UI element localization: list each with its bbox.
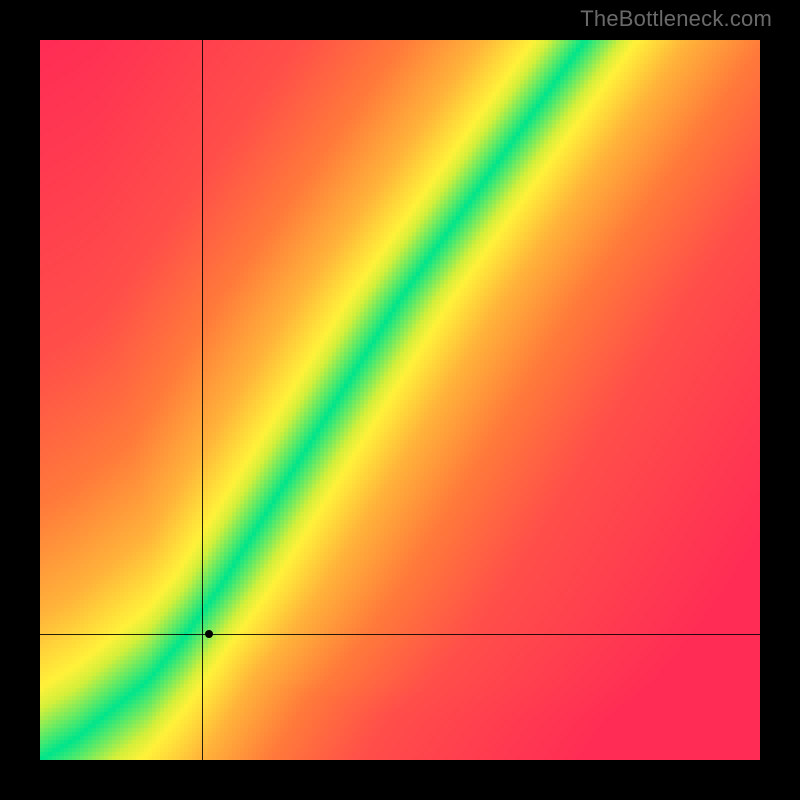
heatmap-plot [40, 40, 760, 760]
watermark-text: TheBottleneck.com [580, 6, 772, 32]
crosshair-vertical [202, 40, 203, 760]
chart-frame: TheBottleneck.com [0, 0, 800, 800]
crosshair-horizontal [40, 634, 760, 635]
heatmap-canvas [40, 40, 760, 760]
